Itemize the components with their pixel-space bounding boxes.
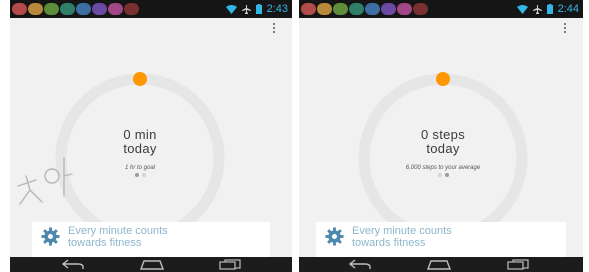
battery-icon (546, 4, 553, 14)
goal-ring: 0 min today 1 hr to goal (54, 72, 226, 244)
navigation-bar (299, 257, 583, 272)
card-line-2: towards fitness (352, 237, 426, 249)
info-card[interactable]: Every minute counts towards fitness (316, 222, 566, 262)
page-dot-active (444, 173, 449, 177)
progress-ring (55, 72, 225, 243)
recent-apps-icon[interactable] (219, 259, 241, 270)
wifi-icon (225, 4, 237, 14)
progress-ring (358, 72, 528, 243)
back-icon[interactable] (349, 259, 371, 270)
system-icons: 2:43 (225, 2, 288, 16)
recent-apps-icon[interactable] (507, 259, 529, 270)
page-indicator (357, 173, 529, 177)
system-icons: 2:44 (516, 2, 579, 16)
airplane-icon (532, 4, 542, 14)
page-dot-active (134, 173, 139, 177)
gear-icon (41, 227, 60, 246)
progress-marker (133, 72, 147, 86)
battery-icon (255, 4, 262, 14)
progress-marker (436, 72, 450, 86)
goal-value: 0 min (123, 127, 157, 142)
airplane-icon (241, 4, 251, 14)
page-dot (141, 173, 146, 177)
navigation-bar (10, 257, 292, 272)
page-indicator (54, 173, 226, 177)
info-card[interactable]: Every minute counts towards fitness (32, 222, 270, 262)
home-icon[interactable] (140, 259, 164, 270)
watermark-stamp (17, 157, 73, 205)
overflow-menu-icon[interactable] (272, 23, 276, 35)
goal-caption: 1 hr to goal (124, 165, 156, 171)
goal-caption: 6,000 steps to your average (405, 165, 481, 171)
page-dot (437, 173, 442, 177)
gear-icon (325, 227, 344, 246)
home-icon[interactable] (427, 259, 451, 270)
notification-icons (301, 3, 429, 15)
card-line-1: Every minute counts (352, 225, 452, 237)
goal-value: 0 steps (420, 127, 465, 142)
status-clock: 2:44 (557, 3, 579, 15)
status-clock: 2:43 (266, 3, 288, 15)
card-line-2: towards fitness (68, 237, 142, 249)
back-icon[interactable] (62, 259, 84, 270)
status-bar: 2:43 (10, 0, 292, 18)
screen-right: 2:44 0 steps today 6,000 steps to your a… (299, 0, 583, 272)
goal-period: today (426, 141, 460, 156)
goal-period: today (123, 141, 157, 156)
wifi-icon (516, 4, 528, 14)
overflow-menu-icon[interactable] (563, 23, 567, 35)
card-line-1: Every minute counts (68, 225, 168, 237)
notification-icons (12, 3, 140, 15)
status-bar: 2:44 (299, 0, 583, 18)
screen-left: 2:43 0 min today 1 hr to goal Every minu… (10, 0, 292, 272)
goal-ring: 0 steps today 6,000 steps to your averag… (357, 72, 529, 244)
